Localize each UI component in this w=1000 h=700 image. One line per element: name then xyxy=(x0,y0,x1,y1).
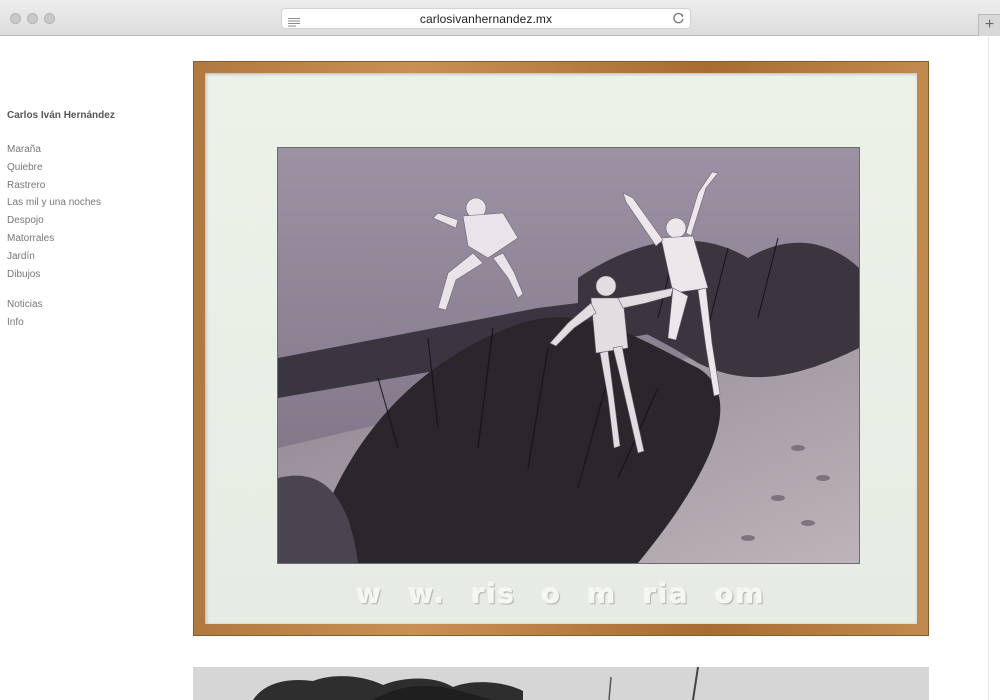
sidebar-nav: Carlos Iván Hernández Maraña Quiebre Ras… xyxy=(7,110,115,345)
window-scroll-gutter xyxy=(988,36,1000,700)
artwork-second-photo[interactable] xyxy=(193,667,929,700)
nav-item-info[interactable]: Info xyxy=(7,314,115,332)
reload-icon[interactable] xyxy=(672,12,685,25)
zoom-window-button[interactable] xyxy=(44,13,55,24)
nav-item-jardin[interactable]: Jardín xyxy=(7,248,115,266)
mat-embossed-lettering: w w. ris o m ria om xyxy=(356,579,766,610)
nav-item-despojo[interactable]: Despojo xyxy=(7,212,115,230)
nav-item-marana[interactable]: Maraña xyxy=(7,141,115,159)
close-window-button[interactable] xyxy=(10,13,21,24)
artwork-framed-photo[interactable]: w w. ris o m ria om xyxy=(193,61,929,636)
browser-toolbar: carlosivanhernandez.mx + xyxy=(0,0,1000,36)
nav-secondary: Noticias Info xyxy=(7,296,115,332)
nav-item-dibujos[interactable]: Dibujos xyxy=(7,266,115,284)
site-title[interactable]: Carlos Iván Hernández xyxy=(7,110,115,121)
nav-item-rastrero[interactable]: Rastrero xyxy=(7,177,115,195)
nav-item-matorrales[interactable]: Matorrales xyxy=(7,230,115,248)
plus-icon: + xyxy=(984,16,995,33)
address-bar[interactable]: carlosivanhernandez.mx xyxy=(281,8,691,29)
nav-item-noticias[interactable]: Noticias xyxy=(7,296,115,314)
nav-item-quiebre[interactable]: Quiebre xyxy=(7,159,115,177)
new-tab-button[interactable]: + xyxy=(978,14,1000,36)
url-text[interactable]: carlosivanhernandez.mx xyxy=(282,12,690,26)
minimize-window-button[interactable] xyxy=(27,13,38,24)
photo-children-jumping-dunes xyxy=(278,148,859,563)
photo-mat: w w. ris o m ria om xyxy=(205,73,917,624)
nav-item-las-mil-y-una-noches[interactable]: Las mil y una noches xyxy=(7,194,115,212)
nav-primary: Maraña Quiebre Rastrero Las mil y una no… xyxy=(7,141,115,283)
